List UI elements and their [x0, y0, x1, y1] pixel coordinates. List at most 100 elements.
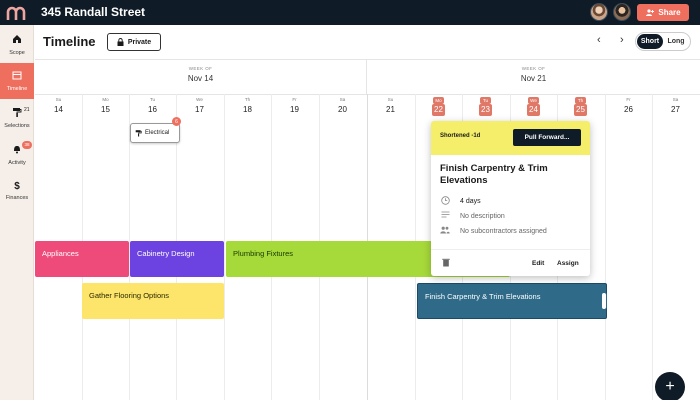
bell-icon: 38 [12, 141, 32, 158]
week-header: WEEK OF Nov 14 [35, 60, 367, 94]
sidebar-item-label: Activity [8, 160, 26, 166]
day-name: Sa [339, 97, 346, 102]
people-icon [440, 226, 450, 236]
day-date: 19 [290, 105, 299, 114]
resize-handle[interactable] [601, 292, 607, 310]
day-name: We [196, 97, 203, 102]
timeline-calendar: WEEK OF Nov 14 WEEK OF Nov 21 Su 14 Mo 15 … [35, 60, 700, 400]
private-button[interactable]: Private [107, 33, 161, 51]
day-header: Tu 23 [462, 95, 509, 116]
sidebar: Scope Timeline 21 Selections 38 Activity… [0, 25, 34, 400]
day-date: 23 [479, 104, 492, 116]
subcontractors-value: No subcontractors assigned [460, 227, 547, 235]
popover-footer: Edit Assign [431, 249, 590, 276]
day-date: 15 [101, 105, 110, 114]
task-bar-appliances[interactable]: Appliances [35, 241, 129, 277]
view-long-button[interactable]: Long [663, 34, 689, 49]
sidebar-item-label: Selections [4, 123, 30, 129]
dollar-icon: $ [14, 181, 20, 192]
view-short-button[interactable]: Short [637, 34, 663, 49]
day-date: 20 [338, 105, 347, 114]
calendar-icon [12, 70, 22, 84]
add-button[interactable]: + [655, 372, 685, 400]
top-bar: 345 Randall Street Share [0, 0, 700, 25]
task-popover: Shortened -1d Pull Forward... Finish Car… [431, 121, 590, 276]
m-arch-logo-icon[interactable] [6, 4, 26, 21]
day-name: Sa [672, 97, 679, 102]
trash-icon[interactable] [442, 258, 450, 269]
sidebar-item-timeline[interactable]: Timeline [0, 63, 34, 99]
week-header: WEEK OF Nov 21 [367, 60, 700, 94]
chevron-left-icon[interactable]: ‹ [597, 34, 601, 46]
electrical-label: Electrical [145, 130, 170, 136]
day-name: Th [244, 97, 251, 102]
task-bar-cabinetry-design[interactable]: Cabinetry Design [130, 241, 224, 277]
day-header: Mo 15 [82, 95, 129, 114]
day-date: 27 [671, 105, 680, 114]
week-date: Nov 21 [520, 74, 547, 83]
day-header: Fr 26 [605, 95, 652, 114]
day-header: Mo 22 [415, 95, 462, 116]
subcontractors-row: No subcontractors assigned [440, 226, 547, 236]
day-header: Su 21 [367, 95, 414, 114]
home-icon [12, 34, 22, 48]
day-header: Sa 27 [652, 95, 699, 114]
day-header: Su 14 [35, 95, 82, 114]
day-header: Tu 16 [129, 95, 176, 114]
day-date: 25 [574, 104, 587, 116]
popover-status-bar: Shortened -1d Pull Forward... [431, 121, 590, 155]
timeline-header: Timeline Private ‹ › Short Long [35, 25, 700, 60]
day-name: Mo [433, 97, 444, 104]
day-name: We [528, 97, 539, 104]
project-title: 345 Randall Street [41, 5, 146, 19]
task-bar-gather-flooring[interactable]: Gather Flooring Options [82, 283, 224, 319]
duration-value: 4 days [460, 198, 481, 205]
week-caption: WEEK OF [188, 66, 213, 71]
grid-line [605, 94, 606, 400]
electrical-count-badge: 6 [172, 117, 181, 126]
day-name: Su [55, 97, 62, 102]
day-date: 21 [386, 105, 395, 114]
description-icon [440, 211, 450, 221]
week-date: Nov 14 [187, 74, 214, 83]
edit-button[interactable]: Edit [532, 260, 544, 267]
day-date: 26 [624, 105, 633, 114]
share-button[interactable]: Share [637, 4, 689, 21]
chevron-right-icon[interactable]: › [620, 34, 624, 46]
avatar[interactable] [613, 3, 631, 21]
day-header: Sa 20 [319, 95, 366, 114]
day-name: Tu [480, 97, 491, 104]
task-bar-finish-carpentry[interactable]: Finish Carpentry & Trim Elevations [417, 283, 607, 319]
sidebar-item-label: Scope [9, 50, 25, 56]
day-date: 18 [243, 105, 252, 114]
day-date: 14 [54, 105, 63, 114]
pull-forward-button[interactable]: Pull Forward... [513, 129, 581, 146]
day-date: 24 [527, 104, 540, 116]
sidebar-item-activity[interactable]: 38 Activity [0, 137, 34, 173]
view-toggle: Short Long [635, 32, 691, 51]
page-title: Timeline [43, 34, 96, 49]
sidebar-item-selections[interactable]: 21 Selections [0, 100, 34, 136]
day-name: Th [575, 97, 586, 104]
description-row: No description [440, 211, 505, 221]
add-user-icon [646, 9, 655, 16]
shortened-status: Shortened -1d [440, 133, 481, 139]
sidebar-item-scope[interactable]: Scope [0, 27, 34, 63]
clock-icon [440, 196, 450, 207]
day-name: Tu [149, 97, 156, 102]
private-label: Private [127, 38, 152, 46]
avatar[interactable] [590, 3, 608, 21]
grid-line [652, 94, 653, 400]
sidebar-item-label: Finances [5, 195, 29, 201]
paint-roller-icon: 21 [12, 107, 30, 121]
sidebar-item-finances[interactable]: $ Finances [0, 173, 34, 209]
electrical-selection-card[interactable]: Electrical [130, 123, 180, 143]
assign-button[interactable]: Assign [557, 260, 579, 267]
day-header: We 24 [510, 95, 557, 116]
duration-row: 4 days [440, 196, 481, 207]
selections-count: 21 [24, 107, 30, 113]
activity-count-badge: 38 [22, 141, 32, 149]
day-date: 17 [195, 105, 204, 114]
day-name: Mo [102, 97, 109, 102]
day-name: Fr [292, 97, 297, 102]
